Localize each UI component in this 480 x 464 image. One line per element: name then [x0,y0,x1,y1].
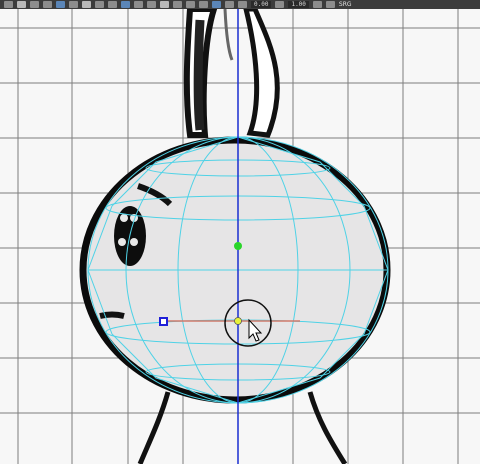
toolbar-tool-icon[interactable] [312,1,322,8]
camera-icon[interactable] [134,1,143,8]
move-icon[interactable] [56,1,65,8]
render-icon[interactable] [121,1,130,8]
toolbar-tool-icon[interactable] [147,1,156,8]
toolbar-tool-icon[interactable] [225,1,234,8]
rotate-icon[interactable] [69,1,78,8]
settings-icon[interactable] [173,1,182,8]
toolbar-tool-icon[interactable] [108,1,117,8]
toolbar-tool-icon[interactable] [199,1,208,8]
axis-handle[interactable] [159,317,168,326]
toolbar-tool-icon[interactable] [30,1,39,8]
toolbar-tool-icon[interactable] [17,1,26,8]
snap-icon[interactable] [95,1,104,8]
3d-viewport[interactable] [0,9,480,464]
toolbar-tool-icon[interactable] [212,1,221,8]
toolbar-value-field-2[interactable]: 1.00 [288,1,309,8]
toolbar-tool-icon[interactable] [325,1,335,8]
toolbar-tool-icon[interactable] [275,1,285,8]
toolbar-tool-icon[interactable] [160,1,169,8]
pivot-point[interactable] [234,242,242,250]
toolbar-tool-icon[interactable] [238,1,247,8]
toolbar-tool-icon[interactable] [186,1,195,8]
manipulator-center[interactable] [234,317,242,325]
toolbar-value-field-1[interactable]: 0.00 [251,1,272,8]
toolbar-tool-icon[interactable] [43,1,52,8]
toolbar-label: SRG [338,1,352,8]
viewport-toolbar: 0.00 1.00 SRG [0,0,480,9]
viewport-canvas[interactable] [0,9,480,464]
toolbar-tool-icon[interactable] [4,1,13,8]
scale-icon[interactable] [82,1,91,8]
